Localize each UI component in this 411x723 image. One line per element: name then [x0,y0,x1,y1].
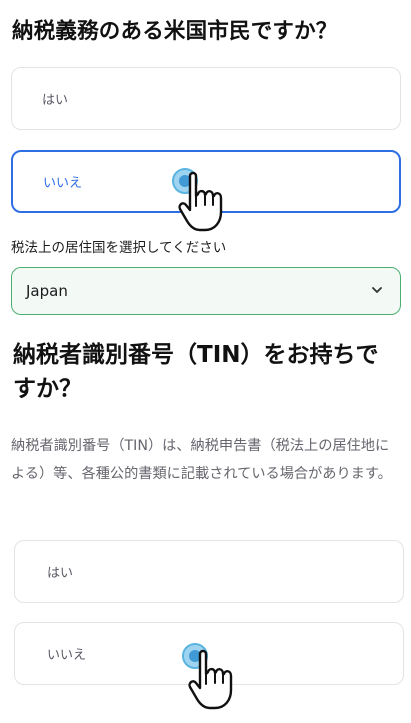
us-citizen-yes-option[interactable]: はい [11,67,401,130]
option-label: はい [47,566,74,581]
pointing-hand-icon [188,649,233,710]
tin-yes-option[interactable]: はい [14,540,404,603]
tin-description: 納税者識別番号（TIN）は、納税申告書（税法上の居住地による）等、各種公的書類に… [11,438,392,482]
chevron-down-icon [370,282,384,301]
option-label: いいえ [43,176,83,191]
option-label: いいえ [47,648,87,663]
tax-residence-select[interactable]: Japan [11,267,401,315]
tax-residence-selected-value: Japan [26,282,68,300]
tax-residence-label: 税法上の居住国を選択してください [11,240,227,256]
option-label: はい [42,93,69,108]
tin-question-title: 納税者識別番号（TIN）をお持ちですか？ [13,342,379,402]
us-citizen-question-title: 納税義務のある米国市民ですか？ [12,19,338,44]
pointing-hand-icon [178,171,223,232]
